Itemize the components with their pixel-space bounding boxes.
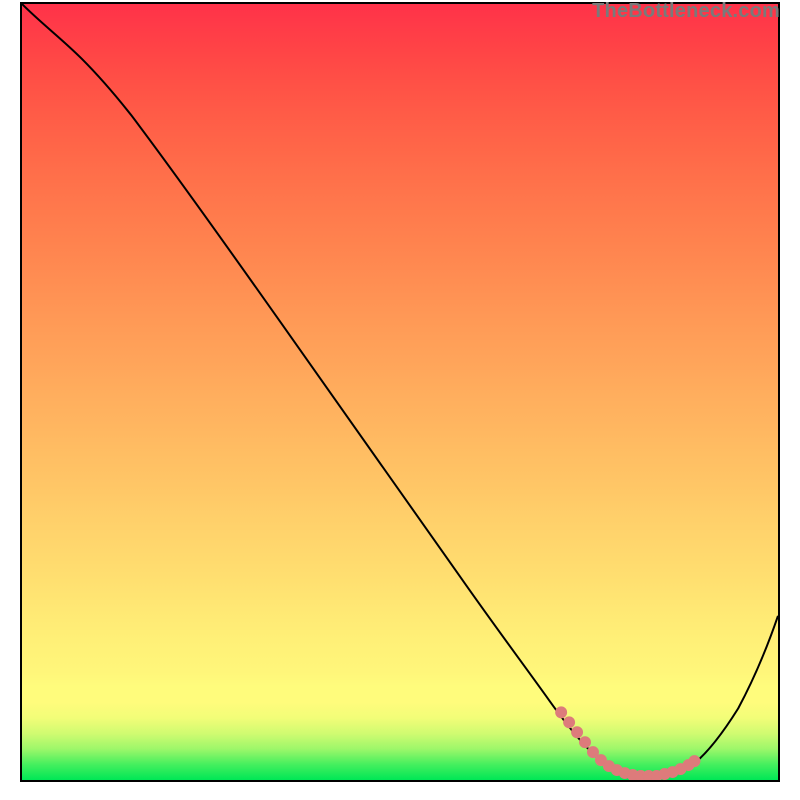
chart-svg	[22, 4, 778, 780]
bottleneck-curve-line	[22, 4, 778, 777]
chart-container: TheBottleneck.com	[0, 0, 800, 800]
watermark-label: TheBottleneck.com	[592, 0, 780, 23]
optimal-range-markers	[555, 706, 700, 780]
plot-area	[20, 2, 780, 782]
